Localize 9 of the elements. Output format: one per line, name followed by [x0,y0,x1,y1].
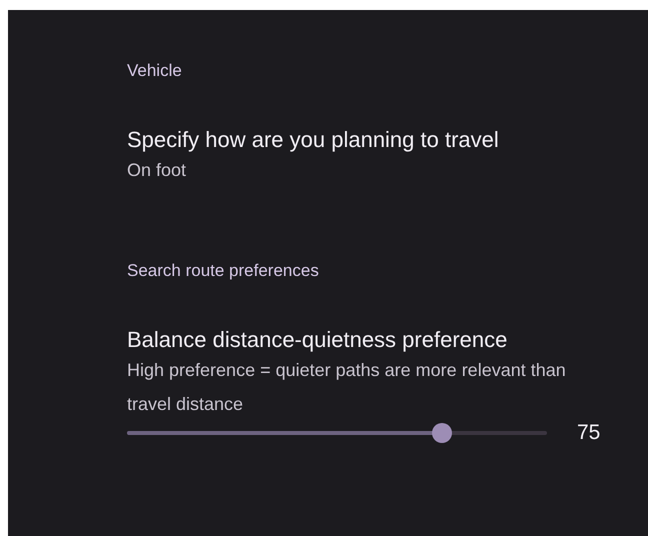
setting-summary: On foot [127,159,188,182]
slider-track[interactable] [127,423,547,443]
slider-thumb[interactable] [432,423,452,443]
setting-summary: High preference = quieter paths are more relevant than travel distance [127,359,567,416]
category-heading: Vehicle [127,61,183,81]
slider-value: 75 [577,421,600,445]
category-heading: Search route preferences [127,261,320,281]
setting-title[interactable]: Specify how are you planning to travel [127,125,608,155]
setting-title: Balance distance-quietness preference [127,326,508,354]
